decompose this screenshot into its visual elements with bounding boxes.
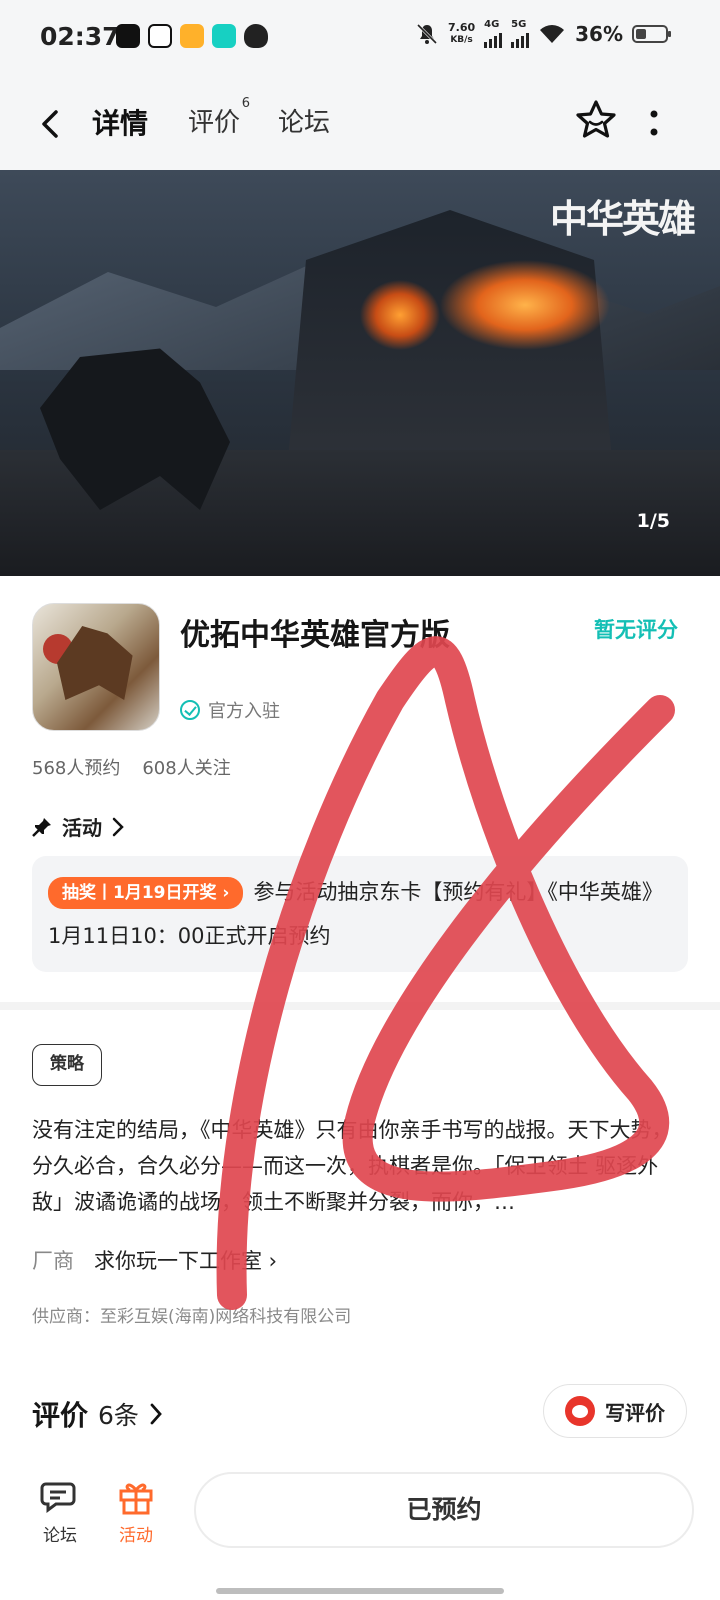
genre-tag[interactable]: 策略 bbox=[32, 1044, 102, 1086]
lottery-badge[interactable]: 抽奖丨1月19日开奖 › bbox=[48, 877, 244, 909]
mascot-icon bbox=[565, 1396, 595, 1426]
write-review-button[interactable]: 写评价 bbox=[543, 1384, 687, 1438]
tiktok-app-icon bbox=[148, 24, 172, 48]
signal-4g: 4G bbox=[484, 20, 503, 48]
signal-5g: 5G bbox=[511, 20, 530, 48]
net-speed: 7.60 KB/s bbox=[447, 21, 476, 46]
activity-card[interactable]: 抽奖丨1月19日开奖 › 参与活动抽京东卡【预约有礼】《中华英雄》1月11日10：… bbox=[32, 856, 688, 972]
status-time: 02:37 bbox=[40, 22, 120, 51]
battery-percent: 36% bbox=[575, 22, 623, 46]
more-options-icon[interactable] bbox=[648, 106, 660, 142]
rating-status: 暂无评分 bbox=[594, 618, 678, 642]
gift-icon bbox=[119, 1483, 153, 1515]
bottom-forum-button[interactable]: 论坛 bbox=[30, 1478, 90, 1546]
vendor-label: 厂商 bbox=[32, 1249, 74, 1273]
reviews-count: 6条 bbox=[98, 1401, 139, 1430]
banner-fire-large bbox=[440, 260, 610, 350]
forum-chat-icon bbox=[40, 1482, 76, 1513]
activity-text-block: 抽奖丨1月19日开奖 › 参与活动抽京东卡【预约有礼】《中华英雄》1月11日10：… bbox=[48, 870, 668, 958]
verified-check-icon bbox=[180, 700, 200, 720]
game-description[interactable]: 没有注定的结局，《中华英雄》只有由你亲手书写的战报。天下大势，分久必合，合久必分… bbox=[32, 1112, 682, 1220]
top-nav: 详情 评价 6 论坛 bbox=[0, 78, 720, 170]
taptap-app-icon bbox=[212, 24, 236, 48]
banner-game-logo: 中华英雄 bbox=[549, 196, 696, 241]
app-icon bbox=[32, 603, 160, 731]
chevron-right-icon bbox=[112, 817, 124, 836]
follower-count: 608人关注 bbox=[142, 758, 231, 779]
banner-fire bbox=[360, 280, 440, 350]
status-right: 7.60 KB/s 4G 5G 36% bbox=[415, 20, 671, 48]
status-bar: 02:37 7.60 KB/s 4G 5G 36% bbox=[0, 0, 720, 78]
app-stats: 568人预约 608人关注 bbox=[32, 754, 253, 780]
tab-reviews[interactable]: 评价 6 bbox=[188, 96, 250, 139]
bottom-activity-button[interactable]: 活动 bbox=[106, 1478, 166, 1546]
mute-bell-icon bbox=[416, 23, 438, 45]
vendor-name: 求你玩一下工作室 › bbox=[94, 1249, 278, 1273]
activity-header[interactable]: 活动 bbox=[32, 812, 124, 841]
screenshot-carousel[interactable]: 中华英雄 1/5 bbox=[0, 170, 720, 576]
app-name: 优拓中华英雄官方版 bbox=[180, 618, 450, 653]
reserved-button[interactable]: 已预约 bbox=[194, 1472, 694, 1548]
battery-icon bbox=[632, 25, 671, 43]
vendor-row[interactable]: 厂商 求你玩一下工作室 › bbox=[32, 1245, 277, 1275]
reviews-tab-badge: 6 bbox=[241, 96, 251, 111]
qq-app-icon bbox=[244, 24, 268, 48]
reviews-header[interactable]: 评价 6条 bbox=[32, 1394, 163, 1434]
orange-app-icon bbox=[180, 24, 204, 48]
section-divider bbox=[0, 1002, 720, 1010]
reviews-title: 评价 bbox=[32, 1399, 89, 1432]
status-app-icons bbox=[116, 24, 268, 48]
tab-details[interactable]: 详情 bbox=[85, 102, 153, 146]
tab-forum[interactable]: 论坛 bbox=[278, 102, 330, 139]
pin-icon bbox=[32, 817, 51, 837]
music-app-icon bbox=[116, 24, 140, 48]
reservation-count: 568人预约 bbox=[32, 758, 121, 779]
back-arrow-icon[interactable] bbox=[38, 108, 64, 140]
favorite-star-icon[interactable] bbox=[574, 98, 618, 142]
chevron-right-icon bbox=[150, 1403, 162, 1425]
carousel-counter: 1/5 bbox=[636, 510, 670, 532]
wifi-icon bbox=[540, 25, 565, 43]
home-indicator[interactable] bbox=[216, 1588, 504, 1594]
official-badge: 官方入驻 bbox=[180, 697, 280, 723]
supplier-info: 供应商：至彩互娱(海南)网络科技有限公司 bbox=[32, 1307, 352, 1327]
